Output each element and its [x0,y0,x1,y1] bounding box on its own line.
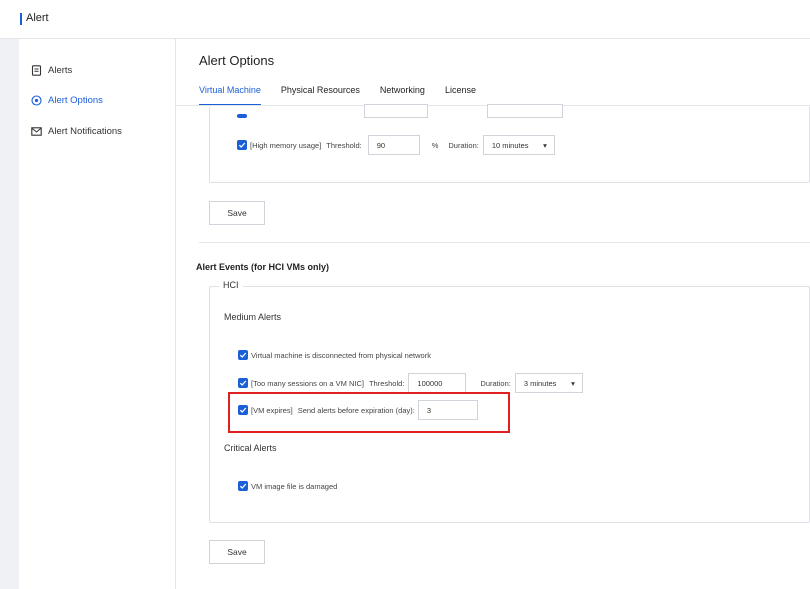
alert-events-title: Alert Events (for HCI VMs only) [196,262,330,272]
disconnected-row: Virtual machine is disconnected from phy… [238,350,431,360]
critical-alerts-title: Critical Alerts [224,443,277,453]
threshold-label: Threshold: [326,140,362,150]
image-damaged-checkbox[interactable] [238,481,248,491]
checkmark-icon [239,352,247,358]
mail-icon [31,126,42,137]
main-content: Alert Options Virtual Machine Physical R… [176,39,810,589]
high-memory-duration-select[interactable]: 10 minutes ▾ [482,135,555,155]
sidebar-item-alert-options[interactable]: Alert Options [19,87,176,113]
high-memory-label: [High memory usage] [250,140,322,150]
top-bar: Alert [0,0,810,39]
save-button[interactable]: Save [209,201,265,225]
duration-value: 10 minutes [491,140,529,150]
high-memory-checkbox[interactable] [237,140,247,150]
title-accent-bar [20,13,22,25]
sessions-duration-select[interactable]: 3 minutes ▾ [514,373,583,393]
tab-networking[interactable]: Networking [380,85,425,105]
caret-down-icon: ▾ [571,378,575,388]
checkbox[interactable] [237,114,247,118]
hci-legend: HCI [219,280,243,290]
disconnected-checkbox[interactable] [238,350,248,360]
checkmark-icon [239,380,247,386]
percent-unit: % [431,140,439,150]
checkmark-icon [238,142,246,148]
checkmark-icon [239,483,247,489]
sessions-label: [Too many sessions on a VM NIC] [251,378,364,388]
duration-value: 3 minutes [523,378,557,388]
sidebar-item-alerts[interactable]: Alerts [19,57,176,83]
clipped-duration-select[interactable] [487,104,563,118]
save-button[interactable]: Save [209,540,265,564]
duration-label: Duration: [448,140,479,150]
sidebar: Alerts Alert Options Alert Notifications [19,39,176,589]
duration-label: Duration: [480,378,511,388]
tab-physical-resources[interactable]: Physical Resources [281,85,360,105]
tab-virtual-machine[interactable]: Virtual Machine [199,85,261,106]
clipped-option-row [237,104,563,118]
target-icon [31,94,42,106]
threshold-label: Threshold: [368,378,405,388]
image-damaged-label: VM image file is damaged [251,481,338,491]
clipped-threshold-input[interactable] [364,104,428,118]
page-title: Alert Options [199,53,275,68]
tab-bar: Virtual Machine Physical Resources Netwo… [199,85,496,106]
sessions-threshold-input[interactable]: 100000 [408,373,467,393]
document-icon [31,64,42,76]
high-memory-row: [High memory usage] Threshold: 90 % Dura… [237,135,555,155]
vm-options-panel: [High memory usage] Threshold: 90 % Dura… [209,104,810,183]
high-memory-threshold-input[interactable]: 90 [367,135,420,155]
sidebar-item-label: Alerts [48,64,73,76]
image-damaged-row: VM image file is damaged [238,481,337,491]
disconnected-label: Virtual machine is disconnected from phy… [251,350,431,360]
sessions-checkbox[interactable] [238,378,248,388]
sidebar-item-alert-notifications[interactable]: Alert Notifications [19,118,176,144]
sidebar-item-label: Alert Options [48,94,103,106]
sidebar-item-label: Alert Notifications [48,125,122,137]
highlight-box [228,392,510,433]
section-divider [199,242,810,243]
caret-down-icon: ▾ [543,140,547,150]
sessions-row: [Too many sessions on a VM NIC] Threshol… [238,373,583,393]
tab-license[interactable]: License [445,85,476,105]
medium-alerts-title: Medium Alerts [224,312,282,322]
app-title: Alert [26,12,49,24]
